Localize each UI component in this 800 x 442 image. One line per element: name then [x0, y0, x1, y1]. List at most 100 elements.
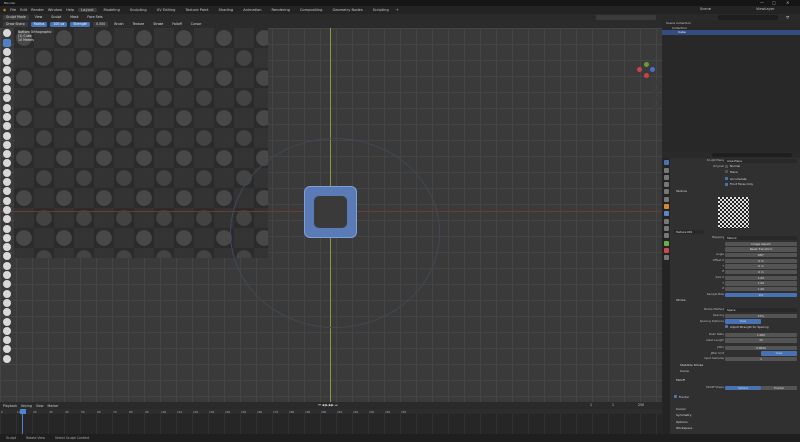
falloff-sphere-button[interactable]: Sphere	[725, 385, 761, 390]
menu-help[interactable]: Help	[66, 8, 74, 12]
z-axis-icon[interactable]	[650, 67, 655, 72]
sample-bias-field[interactable]: 0.0	[725, 292, 797, 297]
grid-icon[interactable]	[652, 104, 658, 110]
shading-buttons[interactable]	[596, 15, 656, 20]
particles-tab-icon[interactable]	[663, 218, 669, 224]
timeline-playback-menu[interactable]: Playback	[3, 404, 17, 408]
menu-face-sets[interactable]: Face Sets	[84, 15, 105, 20]
neg-x-axis-icon[interactable]	[644, 73, 649, 78]
clay-strips-brush-icon[interactable]	[3, 57, 11, 66]
size-z-field[interactable]: 1.00	[725, 286, 797, 291]
symmetry-section[interactable]: Symmetry	[670, 413, 800, 419]
front-faces-checkbox[interactable]: Front Faces Only	[725, 182, 797, 187]
flatten-brush-icon[interactable]	[3, 122, 11, 131]
cloth-brush-icon[interactable]	[3, 252, 11, 261]
mapping-dropdown[interactable]: Stencil	[725, 235, 797, 240]
fill-brush-icon[interactable]	[3, 131, 11, 140]
reset-transform-button[interactable]: Reset Transform	[725, 247, 797, 252]
constraints-tab-icon[interactable]	[663, 233, 669, 239]
size-y-field[interactable]: 1.00	[725, 281, 797, 286]
box-trim-icon[interactable]	[3, 317, 11, 326]
y-axis-icon[interactable]	[644, 62, 649, 67]
tab-rendering[interactable]: Rendering	[269, 8, 293, 12]
timeline-marker-menu[interactable]: Marker	[48, 404, 59, 408]
tab-animation[interactable]: Animation	[240, 8, 264, 12]
zoom-icon[interactable]	[652, 80, 658, 86]
cloth-filter-icon[interactable]	[3, 345, 11, 354]
pan-icon[interactable]	[652, 88, 658, 94]
size-x-field[interactable]: 1.00	[725, 275, 797, 280]
texture-section-header[interactable]: Texture	[670, 189, 800, 195]
box-mask-icon[interactable]	[3, 289, 11, 298]
input-samples-field[interactable]: 1	[725, 356, 797, 361]
pose-brush-icon[interactable]	[3, 205, 11, 214]
sculpt-plane-dropdown[interactable]: Area Plane	[725, 158, 797, 163]
menu-edit[interactable]: Edit	[20, 8, 27, 12]
mesh-filter-icon[interactable]	[3, 336, 11, 345]
x-axis-icon[interactable]	[637, 67, 642, 72]
scene-tab-icon[interactable]	[663, 189, 669, 195]
adjust-strength-checkbox[interactable]: Adjust Strength for Spacing	[725, 325, 797, 330]
strength-field[interactable]: 0.500	[93, 22, 109, 27]
crease-brush-icon[interactable]	[3, 103, 11, 112]
tab-shading[interactable]: Shading	[216, 8, 237, 12]
clay-thumb-brush-icon[interactable]	[3, 66, 11, 75]
draw-brush-icon[interactable]	[3, 29, 11, 38]
color-filter-icon[interactable]	[3, 354, 11, 363]
tab-geometry-nodes[interactable]: Geometry Nodes	[329, 8, 365, 12]
texture-name-field[interactable]: Texture.001	[674, 229, 704, 234]
physics-tab-icon[interactable]	[663, 225, 669, 231]
menu-sculpt[interactable]: Sculpt	[48, 15, 64, 20]
rotate-brush-icon[interactable]	[3, 224, 11, 233]
menu-texture[interactable]: Texture	[130, 22, 148, 27]
outliner-search-input[interactable]	[718, 15, 778, 20]
thumb-brush-icon[interactable]	[3, 196, 11, 205]
nudge-brush-icon[interactable]	[3, 215, 11, 224]
draw-sharp-brush-icon[interactable]	[3, 38, 11, 47]
line-project-icon[interactable]	[3, 326, 11, 335]
mode-dropdown[interactable]: Sculpt Mode	[3, 15, 29, 20]
active-tool[interactable]: Draw Sharp	[3, 22, 28, 27]
menu-view[interactable]: View	[32, 15, 46, 20]
filter-icon[interactable]: ⛛	[786, 15, 789, 20]
timeline-keying-menu[interactable]: Keying	[21, 404, 32, 408]
offset-x-field[interactable]: 0 m	[725, 258, 797, 263]
scene-selector[interactable]: Scene	[700, 7, 711, 11]
box-hide-icon[interactable]	[3, 298, 11, 307]
menu-render[interactable]: Render	[31, 8, 44, 12]
menu-window[interactable]: Window	[48, 8, 62, 12]
grab-brush-icon[interactable]	[3, 168, 11, 177]
texture-preview-image[interactable]	[718, 197, 749, 228]
minimize-icon[interactable]: —	[760, 0, 764, 5]
jitter-unit-button[interactable]: View	[761, 351, 797, 356]
view-layer-tab-icon[interactable]	[663, 182, 669, 188]
menu-stroke[interactable]: Stroke	[150, 22, 166, 27]
properties-search-input[interactable]	[712, 153, 792, 157]
original-plane-checkbox[interactable]: Plane	[725, 170, 797, 175]
simplify-brush-icon[interactable]	[3, 261, 11, 270]
tab-uv-editing[interactable]: UV Editing	[154, 8, 179, 12]
elastic-deform-brush-icon[interactable]	[3, 178, 11, 187]
smooth-brush-icon[interactable]	[3, 112, 11, 121]
navigation-gizmo[interactable]	[636, 62, 658, 132]
object-tab-icon[interactable]	[663, 204, 669, 210]
clay-brush-icon[interactable]	[3, 47, 11, 56]
original-normal-checkbox[interactable]: Normal	[725, 164, 797, 169]
maximize-icon[interactable]: □	[772, 0, 776, 5]
menu-cursor[interactable]: Cursor	[188, 22, 204, 27]
close-icon[interactable]: ✕	[786, 0, 789, 5]
slide-relax-brush-icon[interactable]	[3, 233, 11, 242]
menu-brush[interactable]: Brush	[111, 22, 126, 27]
dash-length-field[interactable]: 20	[725, 338, 797, 343]
menu-falloff[interactable]: Falloff	[169, 22, 184, 27]
tab-sculpting[interactable]: Sculpting	[127, 8, 150, 12]
dash-ratio-field[interactable]: 1.000	[725, 332, 797, 337]
image-aspect-button[interactable]: Image Aspect	[725, 241, 797, 246]
add-workspace-icon[interactable]: +	[396, 8, 399, 12]
playhead-marker[interactable]	[20, 409, 26, 414]
material-tab-icon[interactable]	[663, 247, 669, 253]
offset-y-field[interactable]: 0 m	[725, 264, 797, 269]
tab-compositing[interactable]: Compositing	[297, 8, 326, 12]
world-tab-icon[interactable]	[663, 196, 669, 202]
box-face-set-icon[interactable]	[3, 308, 11, 317]
